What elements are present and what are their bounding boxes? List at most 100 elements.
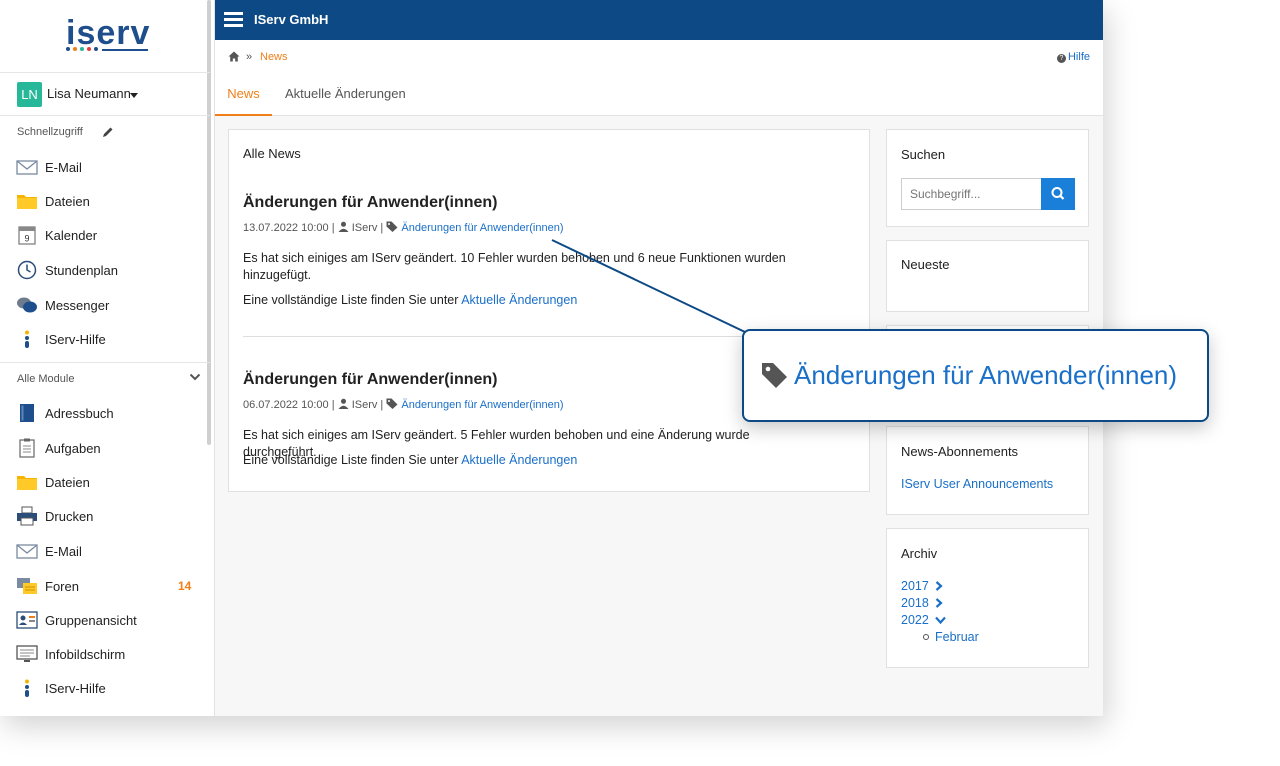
archive-month-link[interactable]: Februar — [923, 630, 979, 644]
sidebar-item-label: Dateien — [45, 475, 90, 490]
sidebar-item-calendar[interactable]: 9 Kalender — [0, 220, 208, 250]
news-date: 13.07.2022 10:00 — [243, 222, 329, 234]
top-bar: IServ GmbH — [215, 0, 1103, 40]
breadcrumb-bar: » News ? Hilfe News Aktuelle Änderungen — [215, 40, 1103, 116]
screen-icon — [16, 645, 38, 662]
folder-icon — [17, 476, 37, 490]
chevron-right-icon — [936, 598, 943, 608]
news-meta: 13.07.2022 10:00 | IServ | Änderungen fü… — [243, 221, 564, 234]
news-tag-link[interactable]: Änderungen für Anwender(innen) — [401, 222, 563, 234]
search-button[interactable] — [1041, 178, 1075, 210]
sidebar-item-infoscreen[interactable]: Infobildschirm — [0, 639, 208, 669]
sidebar-item-label: Foren — [45, 579, 79, 594]
sidebar-item-addressbook[interactable]: Adressbuch — [0, 398, 208, 428]
news-meta: 06.07.2022 10:00 | IServ | Änderungen fü… — [243, 398, 564, 411]
user-menu[interactable]: LN Lisa Neumann — [0, 72, 210, 116]
tag-icon — [386, 398, 398, 409]
sidebar-item-help-module[interactable]: IServ-Hilfe — [0, 673, 208, 703]
sidebar-item-forums[interactable]: Foren 14 — [0, 571, 208, 601]
archive-year-link[interactable]: 2017 — [901, 579, 943, 593]
sidebar-item-label: Adressbuch — [45, 406, 114, 421]
sidebar-item-files-module[interactable]: Dateien — [0, 467, 208, 497]
callout-tag-text: Änderungen für Anwender(innen) — [794, 360, 1178, 390]
tag-icon — [386, 221, 398, 232]
mail-icon — [16, 544, 38, 559]
sidebar-item-label: Messenger — [45, 298, 110, 313]
help-label: Hilfe — [1067, 51, 1090, 63]
archive-year-label: 2017 — [901, 579, 929, 593]
sidebar-item-label: E-Mail — [45, 160, 82, 175]
iserv-logo[interactable]: iserv — [66, 14, 150, 56]
news-panel: Alle News Änderungen für Anwender(innen)… — [228, 129, 870, 492]
tab-recent-changes[interactable]: Aktuelle Änderungen — [285, 86, 406, 116]
search-icon — [1051, 187, 1065, 200]
user-name: Lisa Neumann — [47, 86, 131, 101]
breadcrumb-separator: » — [246, 51, 253, 63]
question-circle-icon: ? — [1056, 54, 1066, 63]
organization-name: IServ GmbH — [254, 12, 329, 27]
panel-title: Neueste — [901, 257, 950, 272]
news-more-text: Eine vollständige Liste finden Sie unter — [243, 293, 459, 307]
sidebar-item-label: Dateien — [45, 194, 90, 209]
search-input[interactable] — [901, 178, 1041, 210]
home-icon[interactable] — [228, 51, 240, 62]
addressbook-icon — [20, 404, 34, 422]
panel-title: Suchen — [901, 147, 946, 162]
clipboard-icon — [19, 438, 35, 458]
help-icon — [25, 679, 29, 697]
user-icon — [338, 398, 349, 409]
hamburger-menu-icon[interactable] — [224, 12, 243, 28]
news-date: 06.07.2022 10:00 — [243, 399, 329, 411]
sidebar-item-label: Infobildschirm — [45, 647, 126, 662]
folder-icon — [16, 713, 38, 716]
pencil-icon[interactable] — [101, 125, 115, 139]
archive-year-link[interactable]: 2022 — [901, 613, 947, 627]
quick-access-heading: Schnellzugriff — [17, 126, 83, 138]
sidebar-item-email-module[interactable]: E-Mail — [0, 536, 208, 566]
breadcrumb-current: News — [260, 51, 288, 63]
caret-down-icon — [130, 93, 138, 98]
newest-panel: Neueste — [886, 240, 1089, 312]
chevron-down-icon[interactable] — [189, 372, 201, 382]
news-title[interactable]: Änderungen für Anwender(innen) — [243, 371, 498, 389]
sidebar-item-label: Stundenplan — [45, 263, 119, 278]
recent-changes-link[interactable]: Aktuelle Änderungen — [461, 293, 577, 307]
sidebar-item-messenger[interactable]: Messenger — [0, 290, 208, 320]
mail-icon — [16, 160, 38, 175]
all-modules-heading: Alle Module — [17, 373, 75, 385]
archive-year-link[interactable]: 2018 — [901, 596, 943, 610]
sidebar-item-print[interactable]: Drucken — [0, 501, 208, 531]
tag-icon — [762, 363, 787, 388]
archive-month-label: Februar — [935, 630, 979, 644]
logo-underline — [102, 49, 148, 51]
calendar-icon: 9 — [18, 226, 36, 245]
news-title[interactable]: Änderungen für Anwender(innen) — [243, 194, 498, 212]
unread-count-badge: 14 — [178, 579, 192, 593]
sidebar-item-label: Gruppenansicht — [45, 613, 137, 628]
news-body: Es hat sich einiges am IServ geändert. 1… — [243, 251, 786, 282]
sidebar-item-groups[interactable]: Gruppenansicht — [0, 605, 208, 635]
news-more: Eine vollständige Liste finden Sie unter… — [243, 293, 577, 307]
sidebar: iserv LN Lisa Neumann Schnellzugriff E-M… — [0, 0, 215, 716]
sidebar-item-partial[interactable] — [0, 708, 208, 716]
sidebar-item-tasks[interactable]: Aufgaben — [0, 433, 208, 463]
bullet-icon — [923, 634, 929, 640]
folder-icon — [17, 195, 37, 209]
printer-icon — [17, 506, 37, 526]
sidebar-item-email[interactable]: E-Mail — [0, 152, 208, 182]
news-tag-link[interactable]: Änderungen für Anwender(innen) — [401, 399, 563, 411]
callout-magnifier: Änderungen für Anwender(innen) — [742, 329, 1209, 422]
sidebar-item-label: Kalender — [45, 228, 98, 243]
help-link[interactable]: ? Hilfe — [1056, 51, 1090, 63]
tab-news[interactable]: News — [215, 86, 272, 116]
clock-icon — [17, 260, 37, 280]
forum-icon — [17, 578, 37, 594]
sidebar-item-label: IServ-Hilfe — [45, 332, 106, 347]
subscription-link[interactable]: IServ User Announcements — [901, 477, 1053, 491]
sidebar-divider — [0, 362, 210, 363]
sidebar-item-help[interactable]: IServ-Hilfe — [0, 324, 208, 354]
sidebar-item-timetable[interactable]: Stundenplan — [0, 255, 208, 285]
recent-changes-link[interactable]: Aktuelle Änderungen — [461, 453, 577, 467]
sidebar-item-files[interactable]: Dateien — [0, 186, 208, 216]
news-author: IServ — [351, 399, 378, 411]
